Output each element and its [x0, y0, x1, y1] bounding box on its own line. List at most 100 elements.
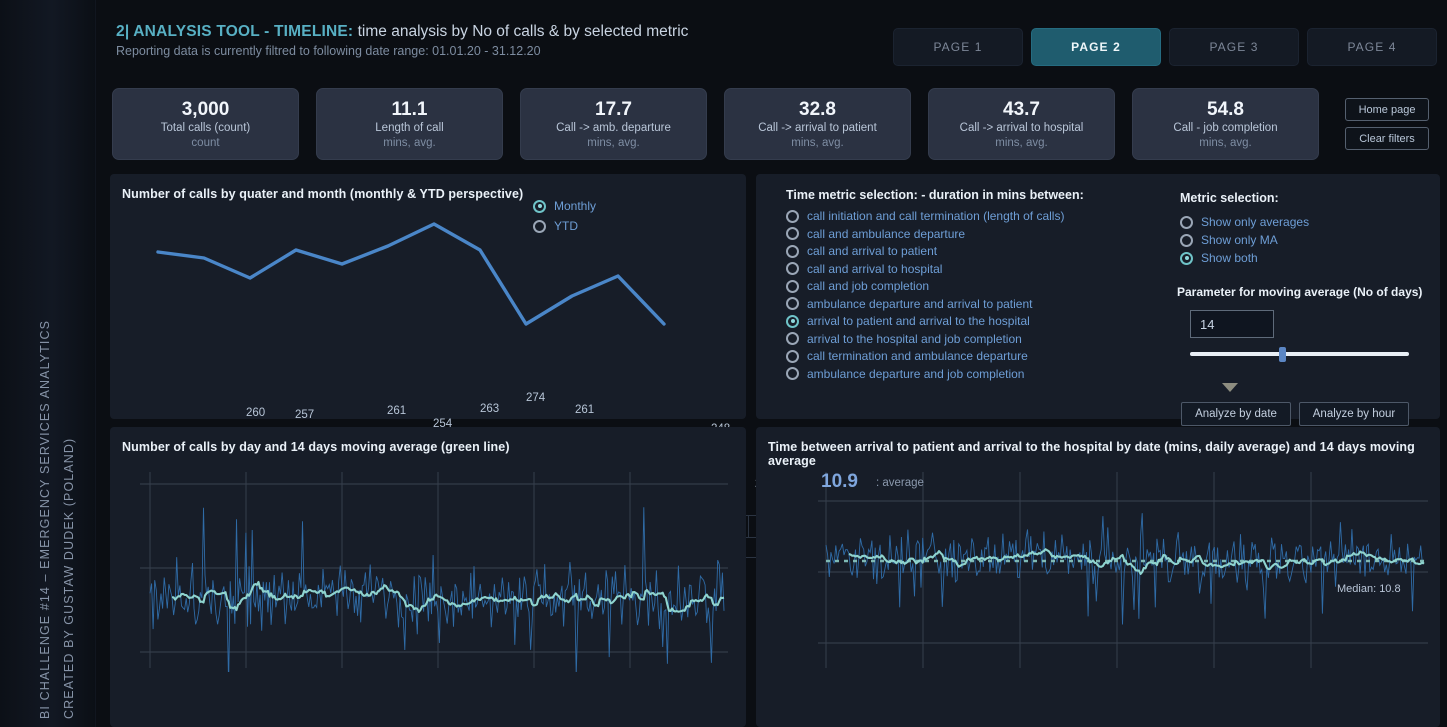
- metric-selection-option-averages[interactable]: Show only averages: [1180, 214, 1309, 230]
- panel-title: Number of calls by quater and month (mon…: [122, 187, 523, 201]
- analyze-by-date-button[interactable]: Analyze by date: [1181, 402, 1291, 426]
- ma-parameter-heading: Parameter for moving average (No of days…: [1177, 285, 1422, 299]
- kpi-label: Total calls (count): [161, 121, 250, 136]
- kpi-unit: count: [191, 136, 219, 150]
- time-metric-option-8[interactable]: call termination and ambulance departure: [786, 348, 1064, 364]
- panel-calls-by-day: Number of calls by day and 14 days movin…: [110, 427, 746, 727]
- point-label-jul: 274: [526, 392, 545, 404]
- time-metric-option-9[interactable]: ambulance departure and job completion: [786, 366, 1064, 382]
- kpi-label: Call -> arrival to hospital: [960, 121, 1084, 136]
- side-buttons: Home page Clear filters: [1345, 98, 1429, 150]
- legend-option-label: Monthly: [554, 199, 596, 213]
- radio-icon[interactable]: [786, 227, 799, 240]
- radio-icon[interactable]: [1180, 234, 1193, 247]
- filter-note: Reporting data is currently filtred to f…: [116, 44, 688, 58]
- metric-selection-radio-group: Show only averages Show only MA Show bot…: [1180, 214, 1309, 266]
- credit-line-author: CREATED BY GUSTAW DUDEK (POLAND): [62, 438, 76, 719]
- monthly-calls-line-chart: [122, 214, 682, 344]
- kpi-label: Call -> amb. departure: [556, 121, 671, 136]
- chevron-down-icon: [1222, 383, 1238, 392]
- panel-title: Number of calls by day and 14 days movin…: [122, 440, 510, 454]
- kpi-card-job-completion[interactable]: 54.8 Call - job completion mins, avg.: [1132, 88, 1319, 160]
- radio-icon[interactable]: [786, 245, 799, 258]
- legend-option-monthly[interactable]: Monthly: [533, 198, 596, 214]
- time-metric-heading: Time metric selection: - duration in min…: [786, 188, 1084, 202]
- kpi-value: 43.7: [1003, 98, 1040, 121]
- time-metric-option-3[interactable]: call and arrival to hospital: [786, 261, 1064, 277]
- time-metric-option-1[interactable]: call and ambulance departure: [786, 226, 1064, 242]
- kpi-value: 32.8: [799, 98, 836, 121]
- home-page-button[interactable]: Home page: [1345, 98, 1429, 121]
- time-metric-option-4[interactable]: call and job completion: [786, 278, 1064, 294]
- time-metric-option-label: ambulance departure and arrival to patie…: [807, 297, 1032, 311]
- time-metric-option-0[interactable]: call initiation and call termination (le…: [786, 208, 1064, 224]
- kpi-value: 54.8: [1207, 98, 1244, 121]
- metric-selection-option-label: Show only MA: [1201, 233, 1278, 247]
- kpi-unit: mins, avg.: [791, 136, 843, 150]
- kpi-card-length-of-call[interactable]: 11.1 Length of call mins, avg.: [316, 88, 503, 160]
- clear-filters-button[interactable]: Clear filters: [1345, 127, 1429, 150]
- radio-icon[interactable]: [786, 367, 799, 380]
- time-metric-option-6[interactable]: arrival to patient and arrival to the ho…: [786, 313, 1064, 329]
- radio-icon[interactable]: [786, 315, 799, 328]
- radio-icon[interactable]: [786, 297, 799, 310]
- arrival-to-hospital-chart: [818, 472, 1428, 672]
- time-metric-option-label: arrival to patient and arrival to the ho…: [807, 314, 1030, 328]
- time-metric-radio-group: call initiation and call termination (le…: [786, 208, 1064, 382]
- time-metric-option-7[interactable]: arrival to the hospital and job completi…: [786, 331, 1064, 347]
- page-title-sub: time analysis by No of calls & by select…: [353, 23, 688, 40]
- time-metric-option-label: call and arrival to patient: [807, 244, 937, 258]
- time-metric-option-5[interactable]: ambulance departure and arrival to patie…: [786, 296, 1064, 312]
- metric-selection-option-label: Show only averages: [1201, 215, 1309, 229]
- tab-page-3[interactable]: PAGE 3: [1169, 28, 1299, 66]
- time-metric-option-label: call and ambulance departure: [807, 227, 965, 241]
- ma-parameter-slider-track[interactable]: [1190, 352, 1409, 356]
- metric-selection-option-ma[interactable]: Show only MA: [1180, 232, 1309, 248]
- calls-by-day-chart: [140, 472, 728, 672]
- dashboard-page: BI CHALLENGE #14 – EMERGENCY SERVICES AN…: [0, 0, 1447, 727]
- tab-page-2[interactable]: PAGE 2: [1031, 28, 1161, 66]
- radio-icon[interactable]: [786, 262, 799, 275]
- panel-arrival-to-hospital: Time between arrival to patient and arri…: [756, 427, 1440, 727]
- radio-icon[interactable]: [786, 280, 799, 293]
- kpi-card-amb-departure[interactable]: 17.7 Call -> amb. departure mins, avg.: [520, 88, 707, 160]
- legend-option-ytd[interactable]: YTD: [533, 218, 596, 234]
- radio-icon[interactable]: [1180, 252, 1193, 265]
- point-label-feb: 257: [295, 409, 314, 421]
- tab-page-1[interactable]: PAGE 1: [893, 28, 1023, 66]
- kpi-card-arrival-to-patient[interactable]: 32.8 Call -> arrival to patient mins, av…: [724, 88, 911, 160]
- radio-icon[interactable]: [533, 220, 546, 233]
- kpi-label: Call - job completion: [1173, 121, 1277, 136]
- ma-parameter-slider-thumb[interactable]: [1279, 347, 1286, 362]
- radio-icon[interactable]: [533, 200, 546, 213]
- kpi-value: 3,000: [182, 98, 230, 121]
- metric-selection-heading: Metric selection:: [1180, 191, 1279, 205]
- metric-selection-option-both[interactable]: Show both: [1180, 250, 1309, 266]
- page-tabs: PAGE 1 PAGE 2 PAGE 3 PAGE 4: [893, 28, 1437, 66]
- average-caption: : average: [876, 477, 924, 489]
- time-metric-option-label: call and arrival to hospital: [807, 262, 942, 276]
- page-title: 2| ANALYSIS TOOL - TIMELINE: time analys…: [116, 22, 688, 41]
- radio-icon[interactable]: [786, 210, 799, 223]
- kpi-card-total-calls[interactable]: 3,000 Total calls (count) count: [112, 88, 299, 160]
- header: 2| ANALYSIS TOOL - TIMELINE: time analys…: [96, 0, 1447, 78]
- kpi-label: Length of call: [375, 121, 443, 136]
- radio-icon[interactable]: [786, 332, 799, 345]
- metric-selection-option-label: Show both: [1201, 251, 1258, 265]
- ma-parameter-input[interactable]: 14: [1190, 310, 1274, 338]
- point-label-jun: 263: [480, 403, 499, 415]
- kpi-label: Call -> arrival to patient: [758, 121, 877, 136]
- time-metric-option-label: ambulance departure and job completion: [807, 367, 1024, 381]
- radio-icon[interactable]: [786, 350, 799, 363]
- kpi-unit: mins, avg.: [995, 136, 1047, 150]
- radio-icon[interactable]: [1180, 216, 1193, 229]
- analyze-by-hour-button[interactable]: Analyze by hour: [1299, 402, 1409, 426]
- tab-page-4[interactable]: PAGE 4: [1307, 28, 1437, 66]
- point-label-aug: 261: [575, 404, 594, 416]
- median-label: Median: 10.8: [1337, 583, 1401, 595]
- kpi-value: 11.1: [392, 98, 428, 121]
- time-metric-option-2[interactable]: call and arrival to patient: [786, 243, 1064, 259]
- analyze-buttons: Analyze by date Analyze by hour: [1181, 402, 1409, 426]
- kpi-card-arrival-to-hospital[interactable]: 43.7 Call -> arrival to hospital mins, a…: [928, 88, 1115, 160]
- kpi-unit: mins, avg.: [1199, 136, 1251, 150]
